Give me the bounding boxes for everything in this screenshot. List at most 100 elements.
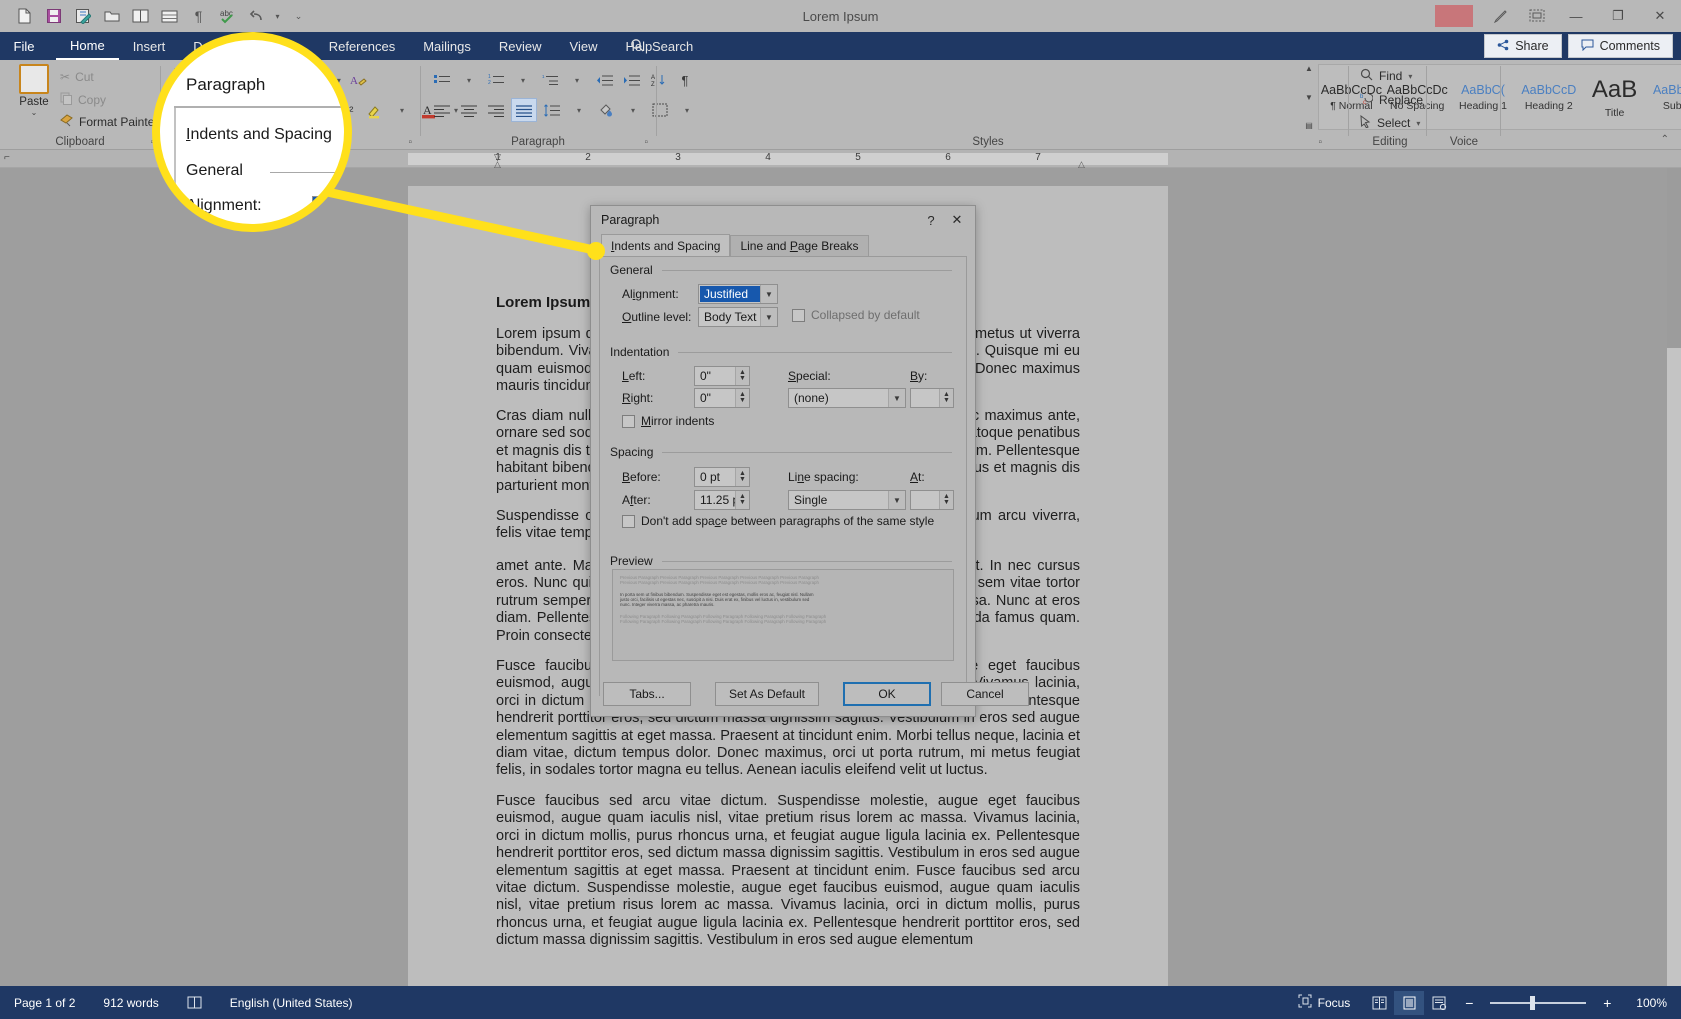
proofing-icon[interactable] — [173, 996, 216, 1010]
ribbon-display-options-icon[interactable] — [1519, 0, 1555, 32]
format-painter-button[interactable]: Format Painter — [60, 114, 158, 130]
styles-more-icon[interactable]: ▤ — [1305, 121, 1313, 130]
numbering-icon[interactable]: 12 — [484, 68, 508, 92]
shading-dropdown-icon[interactable]: ▾ — [621, 98, 645, 122]
replace-button[interactable]: bc Replace — [1360, 92, 1423, 108]
chevron-down-icon[interactable]: ▼ — [888, 491, 905, 509]
dialog-tab-indents-and-spacing[interactable]: IIndents and Spacingndents and Spacing — [601, 234, 731, 256]
web-layout-icon[interactable] — [1424, 991, 1454, 1015]
zoom-slider-thumb[interactable] — [1530, 995, 1536, 1010]
outline-level-combobox[interactable]: Body Text ▼ — [698, 307, 778, 327]
ok-button[interactable]: OK — [843, 682, 931, 706]
set-as-default-button[interactable]: Set As Default — [715, 682, 819, 706]
collapsed-by-default-checkbox[interactable]: Collapsed by default — [792, 308, 920, 322]
account-avatar[interactable] — [1435, 5, 1473, 27]
paragraph-dialog-launcher[interactable]: ▫ — [644, 137, 648, 148]
decrease-indent-icon[interactable] — [592, 68, 616, 92]
comments-button[interactable]: Comments — [1567, 34, 1673, 58]
chevron-down-icon[interactable]: ▼ — [888, 389, 905, 407]
page-indicator[interactable]: Page 1 of 2 — [0, 996, 89, 1010]
mirror-indents-checkbox[interactable]: Mirror indents — [622, 414, 714, 428]
select-dropdown-icon[interactable]: ▾ — [1416, 119, 1420, 128]
right-indent-stepper[interactable]: 0" ▲ ▼ — [694, 388, 750, 408]
tab-review[interactable]: Review — [485, 32, 556, 60]
cancel-button[interactable]: Cancel — [941, 682, 1029, 706]
find-dropdown-icon[interactable]: ▾ — [1408, 72, 1412, 81]
justify-icon[interactable] — [511, 98, 537, 122]
stepper-arrows[interactable]: ▲ ▼ — [939, 491, 953, 509]
line-spacing-combobox[interactable]: Single ▼ — [788, 490, 906, 510]
tab-view[interactable]: View — [556, 32, 612, 60]
pen-icon[interactable] — [1483, 0, 1519, 32]
minimize-button[interactable]: — — [1555, 0, 1597, 32]
text-highlight-color-icon[interactable] — [363, 98, 387, 122]
multilevel-list-icon[interactable]: 1 — [538, 68, 562, 92]
align-center-icon[interactable] — [457, 98, 481, 122]
tab-stop-icon[interactable]: ⌐ — [4, 152, 10, 163]
before-stepper[interactable]: 0 pt ▲ ▼ — [694, 467, 750, 487]
stepper-arrows[interactable]: ▲ ▼ — [735, 389, 749, 407]
dont-add-space-checkbox[interactable]: Don't add space between paragraphs of th… — [622, 514, 934, 528]
dialog-help-button[interactable]: ? — [919, 209, 943, 231]
styles-dialog-launcher[interactable]: ▫ — [1318, 137, 1322, 148]
style-item-title[interactable]: AaB Title — [1582, 65, 1648, 129]
stepper-arrows[interactable]: ▲ ▼ — [735, 367, 749, 385]
tab-file[interactable]: File — [0, 32, 48, 60]
clear-formatting-icon[interactable]: A — [347, 68, 371, 92]
tab-home[interactable]: Home — [56, 32, 119, 60]
after-stepper[interactable]: 11.25 p ▲▼ — [694, 490, 750, 510]
shading-icon[interactable] — [594, 98, 618, 122]
select-button[interactable]: Select ▾ — [1360, 114, 1420, 131]
styles-gallery-scroll[interactable]: ▲ ▼ ▤ — [1302, 64, 1316, 130]
at-stepper[interactable]: ▲ ▼ — [910, 490, 954, 510]
language-indicator[interactable]: English (United States) — [216, 996, 367, 1010]
stepper-arrows[interactable]: ▲ ▼ — [735, 468, 749, 486]
align-left-icon[interactable] — [430, 98, 454, 122]
dialog-close-button[interactable]: ✕ — [945, 209, 969, 231]
focus-button[interactable]: Focus — [1284, 994, 1365, 1011]
zoom-slider[interactable] — [1490, 991, 1587, 1015]
font-dialog-launcher[interactable]: ▫ — [408, 137, 412, 148]
search-box[interactable]: Search — [630, 32, 693, 60]
increase-indent-icon[interactable] — [619, 68, 643, 92]
styles-scroll-down-icon[interactable]: ▼ — [1305, 93, 1313, 102]
line-spacing-dropdown-icon[interactable]: ▾ — [567, 98, 591, 122]
highlight-dropdown-icon[interactable]: ▾ — [390, 98, 414, 122]
collapse-ribbon-icon[interactable]: ⌃ — [1661, 134, 1669, 145]
word-count[interactable]: 912 words — [89, 996, 172, 1010]
paste-button[interactable]: Paste ⌄ — [10, 64, 58, 117]
bullets-dropdown-icon[interactable]: ▾ — [457, 68, 481, 92]
chevron-down-icon[interactable]: ▼ — [760, 285, 777, 303]
zoom-in-button[interactable]: + — [1592, 991, 1622, 1015]
print-layout-icon[interactable] — [1394, 990, 1425, 1015]
copy-button[interactable]: Copy — [60, 92, 106, 108]
dialog-tab-line-and-page-breaks[interactable]: Line and Page BreaksLine and Page Breaks — [730, 235, 869, 256]
tab-mailings[interactable]: Mailings — [409, 32, 485, 60]
style-item-subtitle[interactable]: AaBbCcD Subtitle — [1648, 65, 1681, 129]
close-button[interactable]: ✕ — [1639, 0, 1681, 32]
by-stepper[interactable]: ▲ ▼ — [910, 388, 954, 408]
align-right-icon[interactable] — [484, 98, 508, 122]
read-mode-icon[interactable] — [1364, 991, 1394, 1015]
multilevel-dropdown-icon[interactable]: ▾ — [565, 68, 589, 92]
zoom-level[interactable]: 100% — [1622, 996, 1681, 1010]
special-combobox[interactable]: (none) ▼ — [788, 388, 906, 408]
stepper-arrows[interactable]: ▲ ▼ — [939, 389, 953, 407]
styles-scroll-up-icon[interactable]: ▲ — [1305, 64, 1313, 73]
alignment-combobox[interactable]: Justified ▼ — [698, 284, 778, 304]
find-button[interactable]: Find ▾ — [1360, 68, 1412, 84]
stepper-arrows[interactable]: ▲ ▼ — [735, 491, 749, 509]
chevron-down-icon[interactable]: ▼ — [760, 308, 777, 326]
restore-button[interactable]: ❐ — [1597, 0, 1639, 32]
left-indent-stepper[interactable]: 0" ▲ ▼ — [694, 366, 750, 386]
line-spacing-icon[interactable] — [540, 98, 564, 122]
numbering-dropdown-icon[interactable]: ▾ — [511, 68, 535, 92]
style-item-heading-2[interactable]: AaBbCcD Heading 2 — [1516, 65, 1583, 129]
share-button[interactable]: Share — [1484, 34, 1562, 58]
tabs-button[interactable]: Tabs... — [603, 682, 691, 706]
scrollbar-thumb[interactable] — [1667, 168, 1681, 348]
cut-button[interactable]: ✂ Cut — [60, 70, 94, 84]
zoom-out-button[interactable]: − — [1454, 991, 1484, 1015]
vertical-scrollbar[interactable] — [1667, 168, 1681, 986]
bullets-icon[interactable] — [430, 68, 454, 92]
